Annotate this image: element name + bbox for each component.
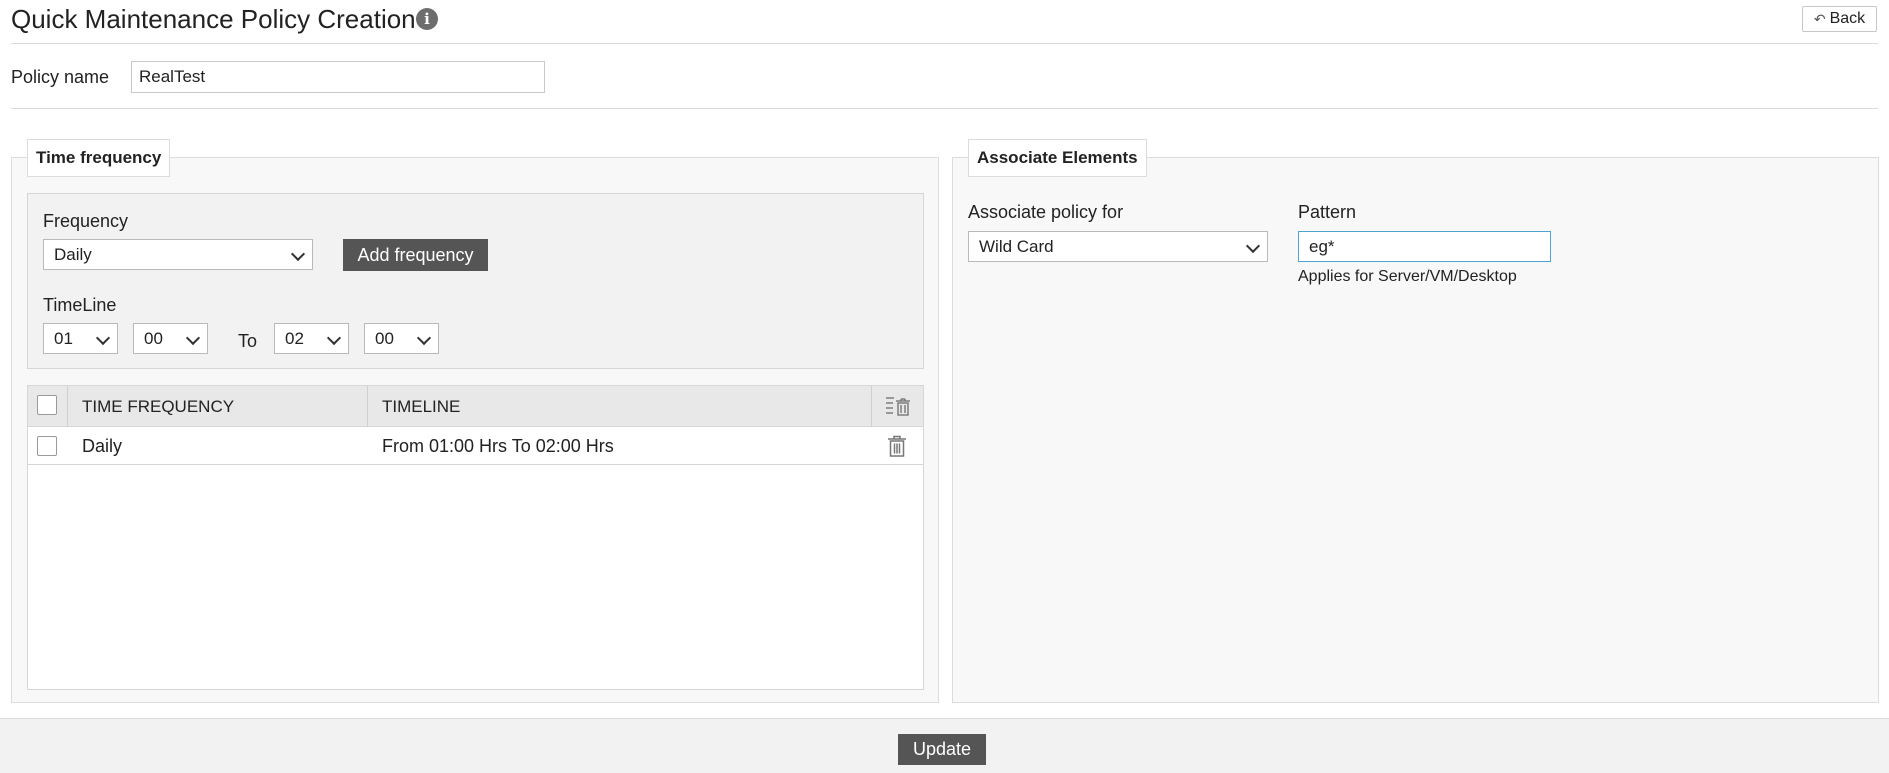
- chevron-down-icon: [416, 330, 432, 346]
- trash-icon[interactable]: [887, 435, 907, 457]
- policy-name-label: Policy name: [11, 67, 110, 87]
- from-hour-value: 01: [54, 329, 73, 348]
- associate-policy-value: Wild Card: [979, 237, 1054, 256]
- pattern-label: Pattern: [1298, 202, 1357, 222]
- associate-policy-select[interactable]: Wild Card: [968, 231, 1268, 262]
- table-row[interactable]: Daily From 01:00 Hrs To 02:00 Hrs: [28, 428, 923, 465]
- to-minute-value: 00: [375, 329, 394, 348]
- column-header-timeline: TIMELINE: [382, 397, 461, 416]
- row-checkbox[interactable]: [37, 436, 57, 456]
- page-title: Quick Maintenance Policy Creation: [11, 4, 416, 34]
- row-time-frequency: Daily: [82, 436, 123, 456]
- pattern-hint: Applies for Server/VM/Desktop: [1298, 268, 1517, 285]
- chevron-down-icon: [95, 330, 111, 346]
- policy-name-input[interactable]: RealTest: [131, 61, 545, 93]
- frequency-select[interactable]: Daily: [43, 239, 313, 270]
- table-header: TIME FREQUENCY TIMELINE: [28, 386, 923, 427]
- to-hour-value: 02: [285, 329, 304, 348]
- to-hour-select[interactable]: 02: [274, 323, 349, 354]
- chevron-down-icon: [185, 330, 201, 346]
- select-all-checkbox[interactable]: [37, 395, 57, 415]
- from-hour-select[interactable]: 01: [43, 323, 118, 354]
- chevron-down-icon: [1245, 238, 1261, 254]
- policy-divider: [11, 108, 1878, 109]
- back-button-label: Back: [1829, 10, 1866, 27]
- associate-elements-legend: Associate Elements: [968, 139, 1147, 177]
- column-divider: [67, 386, 68, 427]
- row-timeline: From 01:00 Hrs To 02:00 Hrs: [382, 436, 614, 456]
- header-divider: [11, 43, 1878, 44]
- time-frequency-legend: Time frequency: [27, 139, 171, 177]
- update-button[interactable]: Update: [898, 734, 986, 765]
- frequency-select-value: Daily: [54, 245, 92, 264]
- to-minute-select[interactable]: 00: [364, 323, 439, 354]
- column-header-time-frequency: TIME FREQUENCY: [82, 397, 235, 416]
- back-arrow-icon: ↶: [1813, 11, 1826, 27]
- from-minute-select[interactable]: 00: [133, 323, 208, 354]
- from-minute-value: 00: [144, 329, 163, 348]
- frequency-label: Frequency: [43, 211, 129, 231]
- to-label: To: [238, 331, 258, 351]
- chevron-down-icon: [326, 330, 342, 346]
- back-button[interactable]: ↶ Back: [1802, 6, 1877, 32]
- frequency-table: TIME FREQUENCY TIMELINE Daily From 01:00…: [27, 385, 924, 690]
- timeline-label: TimeLine: [43, 295, 117, 315]
- add-frequency-button[interactable]: Add frequency: [343, 239, 488, 271]
- chevron-down-icon: [290, 246, 306, 262]
- delete-all-icon[interactable]: [885, 394, 911, 418]
- column-divider: [367, 386, 368, 427]
- associate-policy-label: Associate policy for: [968, 202, 1124, 222]
- column-divider: [871, 386, 872, 427]
- info-icon[interactable]: i: [416, 8, 438, 30]
- pattern-input[interactable]: eg*: [1298, 231, 1551, 262]
